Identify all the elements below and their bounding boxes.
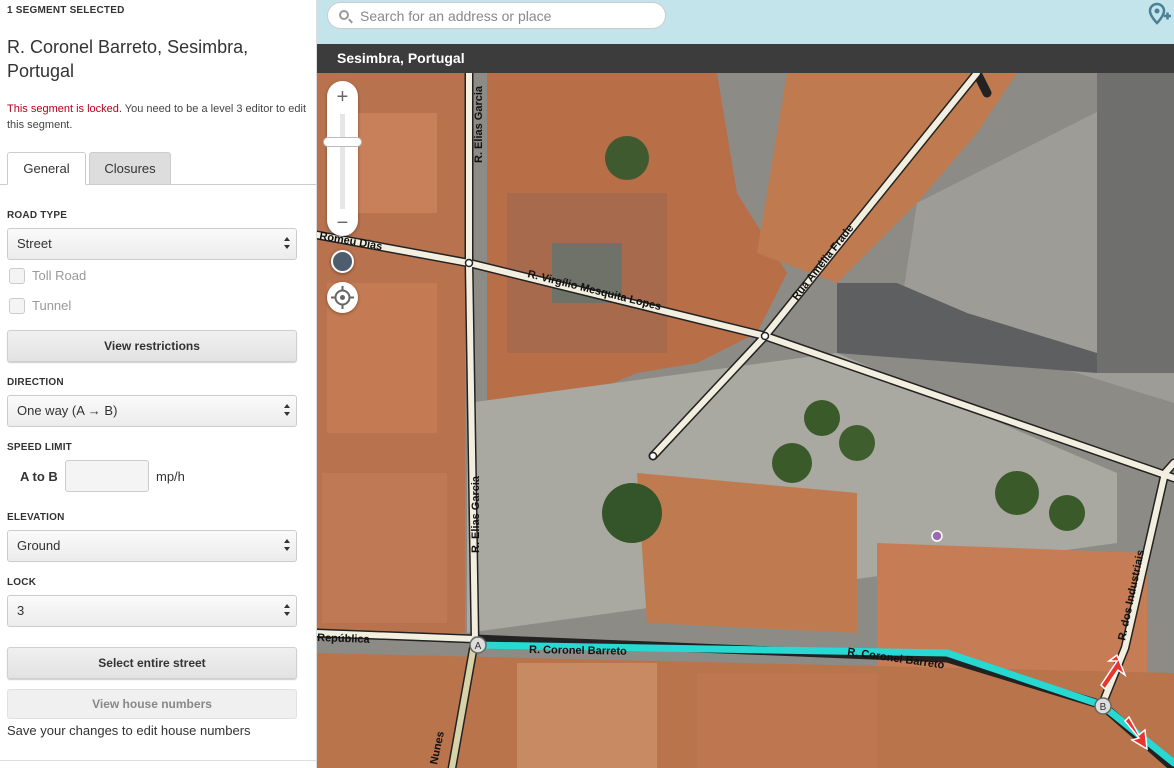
road-type-label: ROAD TYPE: [7, 210, 68, 221]
place-marker[interactable]: [931, 530, 943, 542]
roof-block: [322, 473, 447, 623]
speed-unit: mp/h: [156, 469, 185, 484]
node-b-label: B: [1100, 702, 1107, 713]
junction-node[interactable]: [760, 331, 770, 341]
node-a-label: A: [475, 641, 482, 652]
selection-count: 1 SEGMENT SELECTED: [7, 5, 125, 16]
layer-toggle-icon[interactable]: [331, 250, 354, 273]
speed-limit-label: SPEED LIMIT: [7, 442, 72, 453]
select-arrows-icon: [284, 237, 290, 251]
zoom-out-button[interactable]: −: [327, 213, 358, 233]
tab-general[interactable]: General: [7, 152, 86, 185]
lock-label: LOCK: [7, 577, 37, 588]
toll-road-label: Toll Road: [32, 268, 87, 283]
street-label: R. Elias Garcia: [470, 475, 482, 553]
search-icon: [339, 10, 349, 20]
elevation-select[interactable]: Ground: [7, 530, 297, 562]
elevation-value: Ground: [17, 538, 61, 553]
select-arrows-icon: [284, 539, 290, 553]
roof-block: [517, 663, 657, 768]
speed-ab-label: A to B: [20, 469, 58, 484]
map-canvas[interactable]: Romeu Dias R. Virgílio Mesquita Lopes Ru…: [317, 73, 1174, 768]
select-entire-street-button[interactable]: Select entire street: [7, 647, 297, 679]
zoom-in-button[interactable]: +: [327, 87, 358, 107]
tree: [804, 400, 840, 436]
places-icon[interactable]: [1143, 0, 1173, 28]
tab-closures[interactable]: Closures: [89, 152, 171, 185]
lock-value: 3: [17, 603, 25, 618]
street-label: República: [317, 632, 371, 646]
speed-limit-input[interactable]: [65, 460, 149, 492]
zoom-control: + −: [323, 81, 362, 236]
location-bar: Sesimbra, Portugal: [317, 44, 1174, 73]
tunnel-checkbox[interactable]: [9, 298, 25, 314]
direction-select[interactable]: One way (A → B): [7, 395, 297, 427]
tree: [772, 443, 812, 483]
select-arrows-icon: [284, 604, 290, 618]
street-label: R. Coronel Barreto: [529, 644, 627, 658]
direction-value: One way (A → B): [17, 403, 118, 418]
divider: [0, 760, 316, 761]
select-arrows-icon: [284, 404, 290, 418]
tunnel-label: Tunnel: [32, 298, 72, 313]
direction-label: DIRECTION: [7, 377, 64, 388]
crosshair-icon: [331, 286, 354, 309]
roof-block: [697, 673, 877, 768]
lock-select[interactable]: 3: [7, 595, 297, 627]
segment-title: R. Coronel Barreto, Sesimbra, Portugal: [7, 37, 249, 81]
road-type-select[interactable]: Street: [7, 228, 297, 260]
zoom-slider-track[interactable]: [340, 114, 345, 209]
lock-warning: This segment is locked.: [7, 103, 122, 115]
map-drawing[interactable]: Romeu Dias R. Virgílio Mesquita Lopes Ru…: [317, 73, 1174, 768]
junction-node[interactable]: [464, 258, 474, 268]
elevation-label: ELEVATION: [7, 512, 65, 523]
search-input[interactable]: Search for an address or place: [360, 8, 551, 24]
zoom-slider-handle[interactable]: [323, 137, 362, 147]
lock-note: This segment is locked. You need to be a…: [7, 101, 307, 133]
street-label: R. Elias Garcia: [473, 85, 485, 163]
view-house-numbers-button[interactable]: View house numbers: [7, 689, 297, 719]
roof-block: [637, 473, 857, 633]
panel-tabs: General Closures: [0, 152, 316, 185]
view-restrictions-button[interactable]: View restrictions: [7, 330, 297, 362]
roof-dark: [1097, 73, 1174, 373]
save-note: Save your changes to edit house numbers: [7, 723, 251, 738]
tree: [605, 136, 649, 180]
segment-edit-panel: 1 SEGMENT SELECTED R. Coronel Barreto, S…: [0, 0, 317, 768]
top-bar: Search for an address or place: [317, 0, 1174, 44]
location-title: Sesimbra, Portugal: [337, 50, 465, 66]
locate-me-button[interactable]: [327, 282, 358, 313]
tree: [1049, 495, 1085, 531]
search-box[interactable]: Search for an address or place: [327, 2, 666, 29]
road-type-value: Street: [17, 236, 52, 251]
junction-node[interactable]: [648, 451, 658, 461]
tree: [995, 471, 1039, 515]
tree: [602, 483, 662, 543]
tree: [839, 425, 875, 461]
toll-road-checkbox[interactable]: [9, 268, 25, 284]
